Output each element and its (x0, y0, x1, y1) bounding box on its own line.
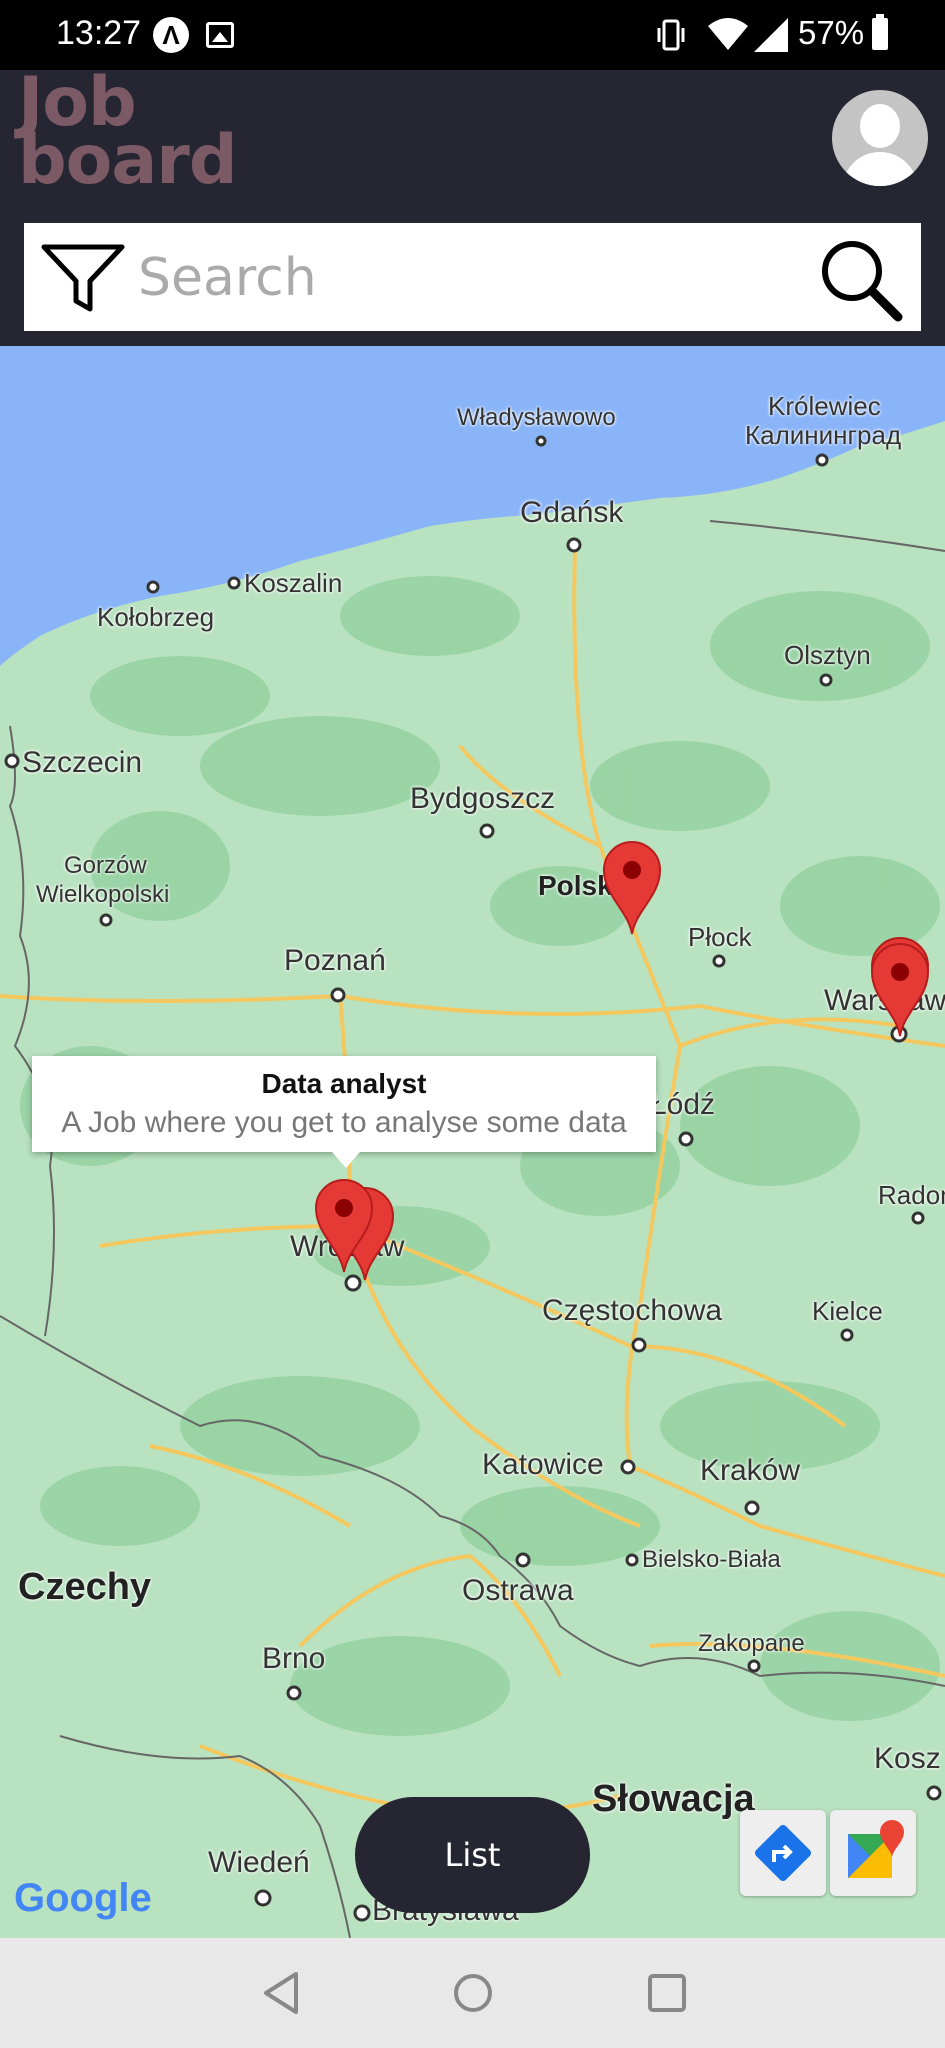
map-label-krakow: Kraków (700, 1454, 801, 1487)
status-time: 13:27 (56, 14, 142, 52)
map-label-brno: Brno (262, 1642, 326, 1675)
map-label-czestochowa: Częstochowa (542, 1294, 723, 1327)
map-label-wladyslawowo: Władysławowo (457, 404, 616, 431)
map-label-gorzow: Gorzów (64, 852, 147, 879)
filter-icon[interactable] (40, 243, 126, 313)
recents-square-icon[interactable] (642, 1968, 692, 2018)
map-label-zakopane: Zakopane (698, 1630, 805, 1657)
map-label-czechy: Czechy (18, 1566, 152, 1608)
job-pin-warszawa[interactable] (870, 942, 930, 1038)
map-view[interactable]: Władysławowo Królewiec Калининград Gdańs… (0, 346, 945, 1938)
map-label-poznan: Poznań (284, 944, 386, 977)
map-label-kielce: Kielce (812, 1296, 883, 1326)
status-bar: 13:27 Λ 57% (0, 0, 945, 70)
search-bar (24, 223, 921, 331)
search-input[interactable] (136, 237, 800, 319)
map-label-wielkopolski: Wielkopolski (36, 881, 170, 908)
cellular-signal-icon (754, 18, 788, 52)
map-label-katowice: Katowice (482, 1448, 604, 1481)
map-label-lodz: Łódź (650, 1088, 716, 1121)
map-label-kolobrzeg: Kołobrzeg (97, 602, 215, 632)
image-notification-icon (206, 22, 234, 48)
app-header: Job board (0, 69, 945, 346)
wifi-icon (708, 18, 748, 50)
logo-line-2: board (18, 121, 237, 200)
home-circle-icon[interactable] (448, 1968, 498, 2018)
list-button[interactable]: List (355, 1797, 590, 1913)
battery-percent: 57% (798, 14, 865, 51)
job-pin-plock[interactable] (602, 840, 662, 936)
map-label-slowacja: Słowacja (592, 1778, 755, 1820)
google-attribution: Google (14, 1876, 152, 1921)
app-logo[interactable]: Job board (18, 69, 237, 200)
map-label-radom: Radom (878, 1180, 945, 1210)
battery-icon (872, 14, 888, 50)
back-triangle-icon[interactable] (256, 1968, 306, 2018)
map-label-szczecin: Szczecin (22, 746, 143, 779)
job-title: Data analyst (261, 1068, 427, 1099)
map-label-olsztyn: Olsztyn (784, 640, 871, 670)
accessibility-notification-icon: Λ (153, 17, 189, 53)
vibrate-icon (657, 19, 685, 51)
map-label-kaliningrad: Калининград (745, 420, 902, 450)
job-description: A Job where you get to analyse some data (61, 1106, 627, 1139)
system-nav-bar (0, 1938, 945, 2048)
avatar-head (860, 104, 900, 148)
directions-icon[interactable] (740, 1810, 826, 1896)
map-label-koszyce: Kosz (874, 1742, 941, 1775)
job-info-window[interactable]: Data analyst A Job where you get to anal… (32, 1056, 656, 1168)
user-avatar-icon[interactable] (832, 90, 928, 186)
map-label-bielsko: Bielsko-Biała (642, 1546, 781, 1573)
job-pin-wroclaw[interactable] (314, 1178, 374, 1274)
google-logo-text: Google (14, 1876, 152, 1920)
map-label-gdansk: Gdańsk (520, 496, 624, 529)
google-maps-icon[interactable] (830, 1810, 916, 1896)
map-label-bydgoszcz: Bydgoszcz (410, 782, 556, 815)
search-icon[interactable] (816, 235, 906, 325)
map-label-plock: Płock (688, 922, 752, 952)
map-label-krolewiec: Królewiec (768, 391, 881, 421)
map-label-koszalin: Koszalin (244, 568, 343, 598)
map-label-ostrawa: Ostrawa (462, 1574, 574, 1607)
avatar-body (842, 152, 918, 186)
map-label-wieden: Wiedeń (208, 1846, 310, 1879)
